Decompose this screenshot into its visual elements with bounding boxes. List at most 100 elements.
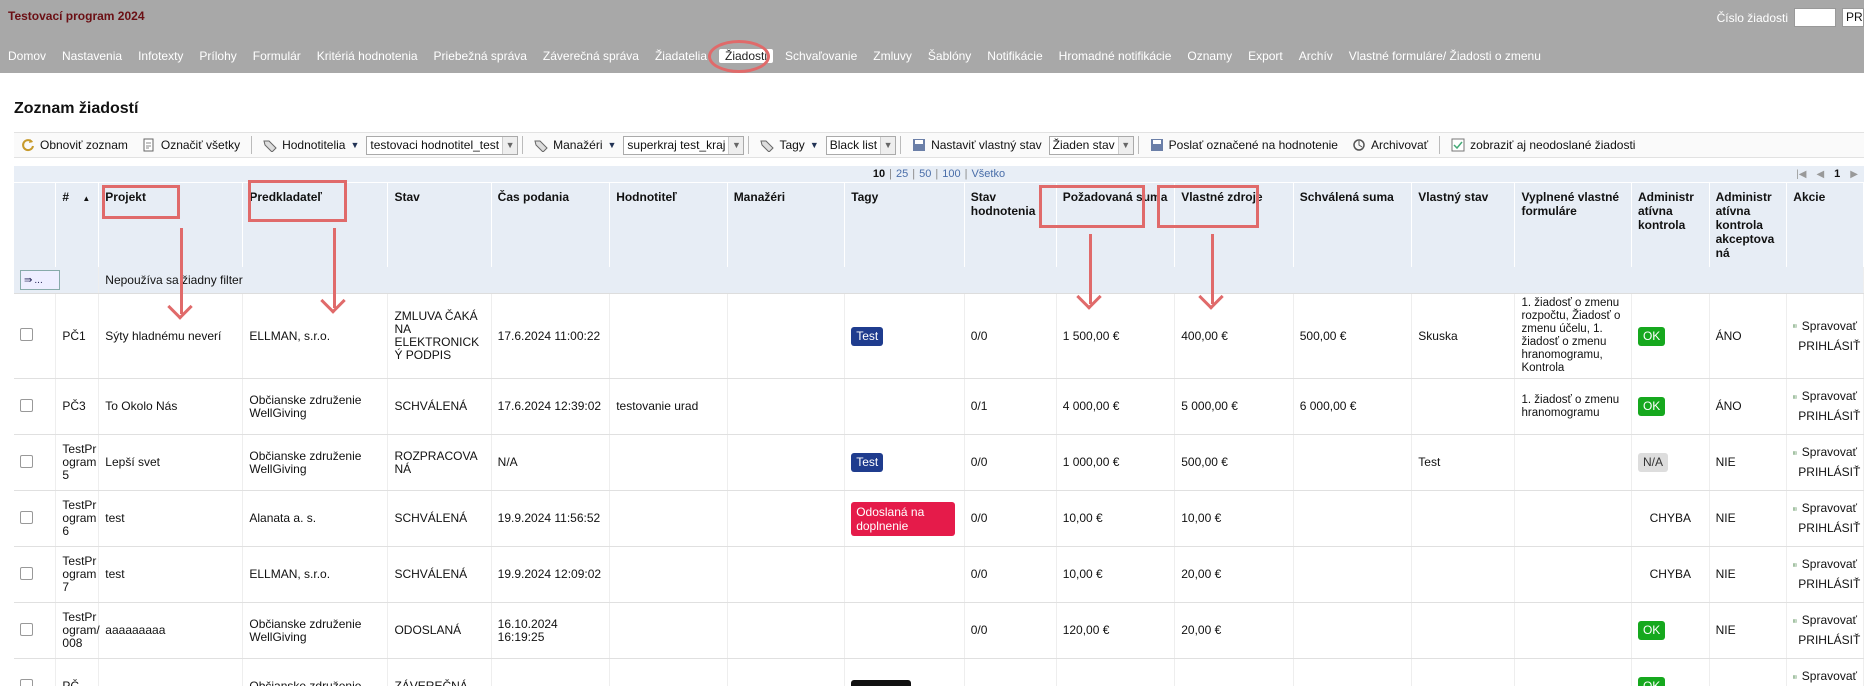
row-checkbox[interactable]	[20, 328, 33, 341]
table-row[interactable]: TestPr ogram/ 008 aaaaaaaaa Občianske zdru…	[14, 602, 1864, 659]
first-page-icon[interactable]: |◀	[1796, 169, 1806, 180]
login-link[interactable]: PRIHLÁSIŤ	[1793, 409, 1861, 423]
manage-link[interactable]: Spravovať	[1793, 446, 1857, 459]
set-state-button[interactable]: Nastaviť vlastný stav	[905, 138, 1049, 152]
nav-item[interactable]: Hromadné notifikácie	[1051, 46, 1180, 66]
state-select[interactable]: Žiaden stav ▼	[1048, 135, 1134, 155]
login-link[interactable]: PRIHLÁSIŤ	[1793, 466, 1860, 479]
nav-item[interactable]: Archív	[1291, 46, 1341, 66]
manage-link[interactable]: Spravovať	[1793, 614, 1857, 627]
evaluators-menu[interactable]: Hodnotitelia ▼	[256, 138, 366, 152]
login-link[interactable]: PRIHLÁSIŤ	[1793, 578, 1860, 591]
login-label: PRIHLÁSIŤ	[1798, 409, 1861, 423]
nav-item[interactable]: Formulár	[245, 46, 309, 66]
nav-item[interactable]: Export	[1240, 46, 1291, 66]
row-checkbox[interactable]	[20, 566, 33, 580]
row-checkbox[interactable]	[20, 678, 33, 686]
table-row[interactable]: PČ3 To Okolo Nás Občianske združenie WellG…	[14, 378, 1864, 435]
tag-select[interactable]: Black list ▼	[825, 135, 897, 155]
previous-page-icon[interactable]: ◀	[1816, 169, 1824, 180]
nav-item[interactable]: Vlastné formuláre/ Žiadosti o zmenu	[1341, 46, 1549, 66]
send-to-evaluation-button[interactable]: Poslať označené na hodnotenie	[1143, 138, 1345, 152]
manage-link[interactable]: Spravovať	[1793, 558, 1857, 571]
nav-item[interactable]: Šablóny	[920, 46, 979, 66]
nav-item[interactable]: Prílohy	[191, 46, 244, 66]
column-header-evaluator[interactable]: Hodnotiteľ	[609, 183, 728, 267]
row-project[interactable]: test	[98, 546, 244, 603]
row-checkbox[interactable]	[20, 454, 33, 468]
row-checkbox[interactable]	[20, 622, 33, 636]
application-number-input[interactable]	[1794, 8, 1836, 27]
page-size-option[interactable]: 10	[873, 168, 885, 180]
table-row[interactable]: PČ Občianske združenie ZÁVEREČNÁ OK Spravova…	[14, 658, 1864, 686]
table-icon	[1793, 506, 1797, 511]
search-button[interactable]: PRI	[1842, 8, 1864, 27]
nav-item[interactable]: Domov	[0, 46, 54, 66]
column-header-state[interactable]: Stav	[387, 183, 492, 267]
column-header-evaluation-state[interactable]: Stav hodnotenia	[964, 183, 1057, 267]
nav-item[interactable]: Kritériá hodnotenia	[309, 46, 426, 66]
row-project[interactable]: To Okolo Nás	[98, 378, 244, 435]
evaluator-select[interactable]: testovaci hodnotitel_test ▼	[366, 135, 519, 155]
pager-divider: |	[964, 168, 968, 180]
row-admin-accepted: NIE	[1709, 490, 1788, 547]
column-header-project[interactable]: Projekt	[98, 183, 244, 267]
table-row[interactable]: PČ1 Sýty hladnému neverí ELLMAN, s.r.o. ZML…	[14, 293, 1864, 379]
page-size-option[interactable]: Všetko	[971, 168, 1005, 180]
page-size-option[interactable]: 50	[919, 168, 931, 180]
column-header-number[interactable]: # ▲	[55, 183, 100, 267]
main-navigation: Domov Nastavenia Infotexty Prílohy Formulár K…	[0, 40, 1549, 73]
archive-button[interactable]: Archivovať	[1345, 138, 1435, 152]
column-header-custom-forms[interactable]: Vyplnené vlastné formuláre	[1514, 183, 1632, 267]
nav-item-ziadosti[interactable]: Žiadosti	[719, 49, 774, 63]
filter-button[interactable]: ⇛...	[20, 270, 60, 290]
page-size-option[interactable]: 25	[896, 168, 908, 180]
column-header-own-state[interactable]: Vlastný stav	[1411, 183, 1516, 267]
nav-item[interactable]: Notifikácie	[979, 46, 1050, 66]
refresh-list-button[interactable]: Obnoviť zoznam	[14, 138, 135, 152]
nav-item[interactable]: Zmluvy	[865, 46, 920, 66]
nav-item[interactable]: Žiadatelia	[647, 46, 715, 66]
next-page-icon[interactable]: ▶	[1850, 169, 1858, 180]
column-header-managers[interactable]: Manažéri	[727, 183, 846, 267]
nav-item[interactable]: Nastavenia	[54, 46, 130, 66]
login-link[interactable]: PRIHLÁSIŤ	[1793, 339, 1860, 353]
table-row[interactable]: TestPr ogram 5 Lepší svet Občianske združe…	[14, 434, 1864, 491]
column-header-admin-accepted[interactable]: Administr atívna kontrola akceptova ná	[1709, 183, 1788, 267]
manager-select[interactable]: superkraj test_kraj ▼	[623, 135, 745, 155]
nav-item[interactable]: Oznamy	[1179, 46, 1240, 66]
tags-menu[interactable]: Tagy ▼	[753, 138, 825, 152]
column-header-approved-sum[interactable]: Schválená suma	[1293, 183, 1413, 267]
column-header-tags[interactable]: Tagy	[844, 183, 965, 267]
nav-item[interactable]: Infotexty	[130, 46, 191, 66]
row-project[interactable]: test	[98, 490, 244, 547]
manage-link[interactable]: Spravovať	[1793, 502, 1857, 515]
column-header-requested-sum[interactable]: Požadovaná suma	[1056, 183, 1176, 267]
select-all-button[interactable]: Označiť všetky	[135, 138, 247, 152]
manage-link[interactable]: Spravovať	[1793, 670, 1857, 683]
manage-link[interactable]: Spravovať	[1793, 319, 1857, 333]
login-link[interactable]: PRIHLÁSIŤ	[1793, 522, 1860, 535]
column-header-admin-check[interactable]: Administr atívna kontrola	[1631, 183, 1710, 267]
nav-item[interactable]: Záverečná správa	[535, 46, 647, 66]
row-checkbox[interactable]	[20, 398, 33, 412]
nav-item[interactable]: Schvaľovanie	[777, 46, 865, 66]
row-project[interactable]: Sýty hladnému neverí	[98, 293, 244, 379]
manage-link[interactable]: Spravovať	[1793, 390, 1857, 403]
row-project[interactable]: aaaaaaaaa	[98, 602, 244, 659]
column-header-submitted[interactable]: Čas podania	[491, 183, 611, 267]
managers-menu[interactable]: Manažéri ▼	[527, 138, 623, 152]
show-unsent-toggle[interactable]: zobraziť aj neodoslané žiadosti	[1444, 138, 1642, 152]
table-row[interactable]: TestPr ogram 6 test Alanata a. s. SCHVÁLENÁ…	[14, 490, 1864, 547]
row-project[interactable]: Lepší svet	[98, 434, 244, 491]
row-project[interactable]	[98, 658, 244, 686]
row-checkbox[interactable]	[20, 510, 33, 524]
column-header-applicant[interactable]: Predkladateľ	[242, 183, 389, 267]
login-link[interactable]: PRIHLÁSIŤ	[1793, 634, 1860, 647]
page-size-option[interactable]: 100	[942, 168, 960, 180]
table-row[interactable]: TestPr ogram 7 test ELLMAN, s.r.o. SCHVÁLEN…	[14, 546, 1864, 603]
row-admin-check: CHYBA	[1631, 490, 1710, 547]
column-header-own-resources[interactable]: Vlastné zdroje	[1174, 183, 1294, 267]
nav-item[interactable]: Priebežná správa	[426, 46, 535, 66]
row-eval-state: 0/0	[964, 293, 1057, 379]
